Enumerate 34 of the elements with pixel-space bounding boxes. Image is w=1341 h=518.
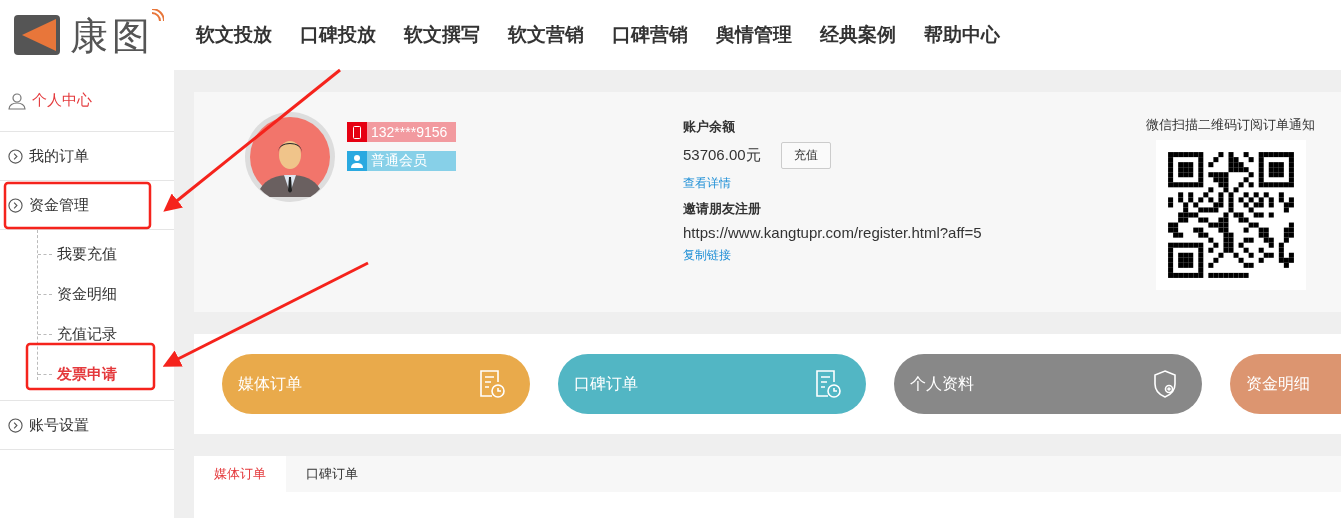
chevron-circle-icon — [8, 148, 23, 164]
nav-link[interactable]: 舆情管理 — [716, 22, 792, 48]
user-icon — [8, 91, 26, 110]
sidebar-subitem[interactable]: 我要充值 — [0, 234, 174, 274]
logo-text: 康图 — [70, 17, 154, 55]
nav-link[interactable]: 帮助中心 — [924, 22, 1000, 48]
invite-url: https://www.kangtupr.com/register.html?aff=5 — [683, 224, 983, 241]
sidebar-subitem[interactable]: 资金明细 — [0, 274, 174, 314]
phone-tag: 132****9156 — [347, 122, 456, 142]
recharge-button[interactable]: 充值 — [780, 142, 831, 169]
member-tag: 普通会员 — [347, 151, 456, 171]
order-tab[interactable]: 媒体订单 — [194, 456, 286, 492]
shield-gear-icon — [1152, 369, 1178, 399]
sidebar-subitem[interactable]: 充值记录 — [0, 314, 174, 354]
balance-amount: 53706.00元 — [683, 146, 761, 165]
nav-link[interactable]: 口碑投放 — [300, 22, 376, 48]
chevron-circle-icon — [8, 197, 23, 213]
order-tab[interactable]: 口碑订单 — [286, 456, 378, 492]
document-clock-icon — [814, 369, 842, 399]
phone-icon — [353, 125, 361, 139]
invite-label: 邀请朋友注册 — [683, 200, 762, 218]
person-icon — [351, 154, 363, 168]
quick-link[interactable]: 个人资料 — [894, 354, 1202, 414]
logo-icon — [14, 15, 60, 55]
nav-link[interactable]: 软文营销 — [508, 22, 584, 48]
qr-caption: 微信扫描二维码订阅订单通知 — [1146, 116, 1315, 134]
sidebar-subitem[interactable]: 发票申请 — [0, 354, 174, 394]
nav-link[interactable]: 口碑营销 — [612, 22, 688, 48]
nav-link[interactable]: 经典案例 — [820, 22, 896, 48]
nav-link[interactable]: 软文投放 — [196, 22, 272, 48]
balance-label: 账户余额 — [683, 118, 736, 136]
document-clock-icon — [478, 369, 506, 399]
chevron-circle-icon — [8, 417, 23, 433]
nav-link[interactable]: 软文撰写 — [404, 22, 480, 48]
